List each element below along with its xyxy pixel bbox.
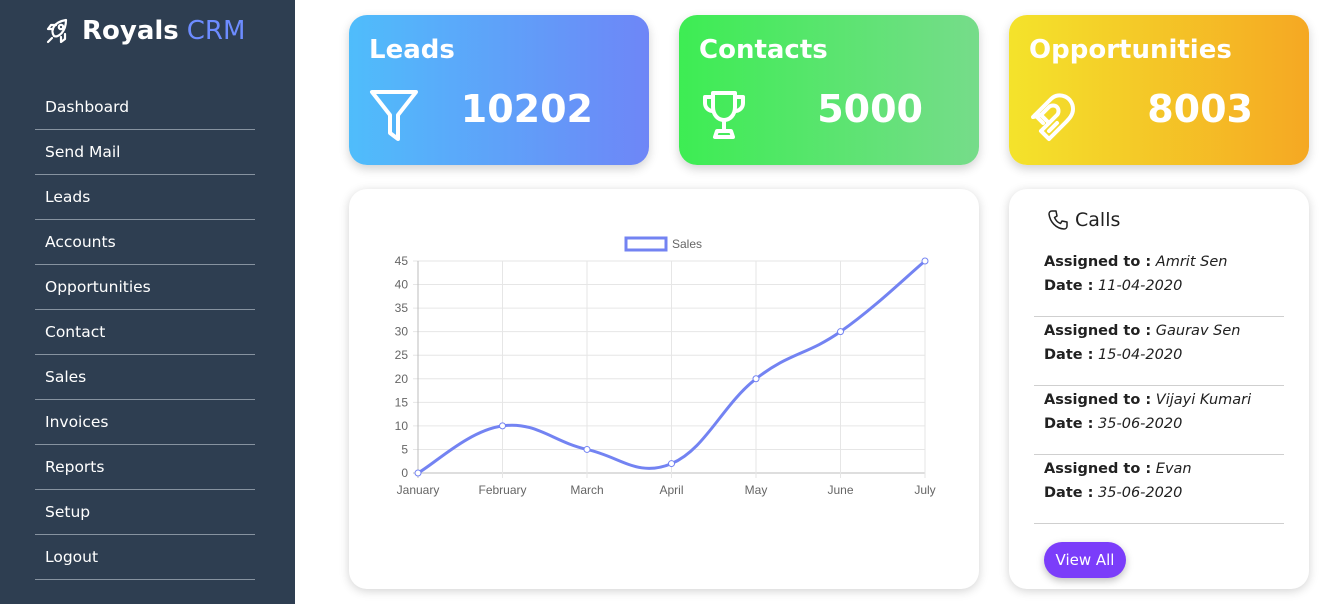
y-tick-label: 45: [395, 254, 409, 268]
nav-item-invoices[interactable]: Invoices: [35, 400, 255, 445]
nav-item-setup[interactable]: Setup: [35, 490, 255, 535]
y-tick-label: 10: [395, 419, 409, 433]
chart-legend: Sales: [624, 236, 702, 252]
card-value: 10202: [460, 87, 593, 131]
x-tick-label: May: [745, 483, 768, 497]
assigned-label: Assigned to :: [1044, 392, 1152, 408]
nav-item-opportunities[interactable]: Opportunities: [35, 265, 255, 310]
call-item[interactable]: Assigned to : Amrit Sen Date : 11-04-202…: [1034, 248, 1284, 317]
brand-logo[interactable]: Royals CRM: [44, 16, 245, 46]
y-tick-label: 40: [395, 278, 409, 292]
nav-item-leads[interactable]: Leads: [35, 175, 255, 220]
date-label: Date :: [1044, 485, 1094, 501]
assignee-name: Evan: [1155, 461, 1192, 477]
y-tick-label: 0: [401, 466, 408, 480]
legend-label: Sales: [672, 237, 702, 251]
nav-item-accounts[interactable]: Accounts: [35, 220, 255, 265]
assignee-name: Amrit Sen: [1155, 254, 1228, 270]
calls-header: Calls: [1047, 209, 1120, 231]
call-date: 11-04-2020: [1098, 278, 1183, 294]
chart-grid: [413, 260, 926, 478]
y-tick-label: 15: [395, 395, 409, 409]
brand-name: Royals: [82, 16, 179, 46]
call-item[interactable]: Assigned to : Vijayi Kumari Date : 35-06…: [1034, 386, 1284, 455]
sales-line-chart: January February March April May June July 0 5 1…: [395, 236, 936, 497]
sales-chart-panel: January February March April May June July 0 5 1…: [349, 189, 979, 589]
rocket-icon: [46, 18, 68, 44]
y-tick-label: 5: [401, 442, 408, 456]
nav-item-dashboard[interactable]: Dashboard: [35, 85, 255, 130]
nav-item-reports[interactable]: Reports: [35, 445, 255, 490]
calls-title: Calls: [1075, 209, 1121, 231]
x-tick-label: March: [570, 483, 603, 497]
nav-item-sales[interactable]: Sales: [35, 355, 255, 400]
sales-data-point[interactable]: [499, 422, 506, 430]
y-axis-ticks: 0 5 10 15 20 25 30 35 40 45: [395, 254, 409, 480]
calls-panel: Calls Assigned to : Amrit Sen Date : 11-…: [1009, 189, 1309, 589]
y-tick-label: 25: [395, 348, 409, 362]
legend-swatch[interactable]: [624, 236, 668, 252]
assigned-label: Assigned to :: [1044, 254, 1152, 270]
trophy-icon: [703, 91, 745, 139]
sidebar-nav: Dashboard Send Mail Leads Accounts Oppor…: [35, 85, 255, 580]
call-date: 35-06-2020: [1098, 485, 1183, 501]
call-date: 15-04-2020: [1098, 347, 1183, 363]
sales-data-point[interactable]: [583, 445, 591, 453]
x-tick-label: July: [914, 483, 935, 497]
y-tick-label: 35: [395, 301, 409, 315]
x-tick-label: February: [478, 483, 526, 497]
assigned-label: Assigned to :: [1044, 461, 1152, 477]
date-label: Date :: [1044, 278, 1094, 294]
view-all-button[interactable]: View All: [1044, 542, 1126, 578]
y-tick-label: 30: [395, 325, 409, 339]
leads-card[interactable]: Leads 10202: [349, 15, 649, 165]
assigned-label: Assigned to :: [1044, 323, 1152, 339]
x-tick-label: April: [659, 483, 683, 497]
phone-icon: [1048, 210, 1068, 230]
card-value: 5000: [817, 87, 923, 131]
x-tick-label: June: [827, 483, 853, 497]
sales-data-point[interactable]: [921, 257, 929, 265]
assignee-name: Gaurav Sen: [1155, 323, 1241, 339]
nav-item-send-mail[interactable]: Send Mail: [35, 130, 255, 175]
nav-item-contact[interactable]: Contact: [35, 310, 255, 355]
date-label: Date :: [1044, 416, 1094, 432]
sales-data-point[interactable]: [414, 469, 422, 477]
contacts-card[interactable]: Contacts 5000: [679, 15, 979, 165]
x-axis-ticks: January February March April May June July: [397, 483, 936, 497]
date-label: Date :: [1044, 347, 1094, 363]
sales-data-point[interactable]: [837, 328, 844, 336]
x-tick-label: January: [397, 483, 440, 497]
sidebar: Royals CRM Dashboard Send Mail Leads Acc…: [0, 0, 295, 604]
card-value: 8003: [1147, 87, 1253, 131]
sales-data-point[interactable]: [752, 375, 760, 383]
opportunities-card[interactable]: Opportunities 8003: [1009, 15, 1309, 165]
y-tick-label: 20: [395, 372, 409, 386]
brand-accent: CRM: [186, 16, 246, 46]
sales-data-point[interactable]: [668, 460, 675, 468]
call-date: 35-06-2020: [1098, 416, 1183, 432]
call-item[interactable]: Assigned to : Evan Date : 35-06-2020: [1034, 455, 1284, 524]
calls-list: Assigned to : Amrit Sen Date : 11-04-202…: [1034, 248, 1284, 524]
funnel-icon: [370, 90, 418, 141]
magnet-icon: [1031, 93, 1075, 141]
card-title: Leads: [369, 35, 455, 65]
call-item[interactable]: Assigned to : Gaurav Sen Date : 15-04-20…: [1034, 317, 1284, 386]
card-title: Contacts: [699, 35, 828, 65]
nav-item-logout[interactable]: Logout: [35, 535, 255, 580]
assignee-name: Vijayi Kumari: [1155, 392, 1252, 408]
card-title: Opportunities: [1029, 35, 1232, 65]
